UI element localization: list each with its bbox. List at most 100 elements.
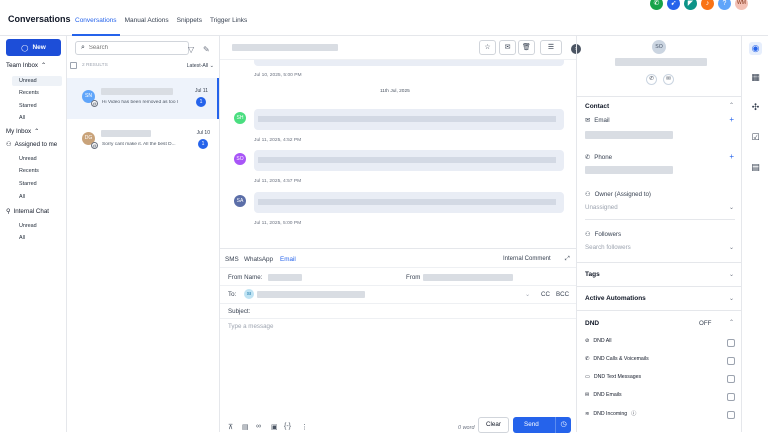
dnd-emails-checkbox[interactable] [727, 393, 735, 401]
phone-icon: ✆ [585, 154, 591, 161]
new-button[interactable]: ◯ New [6, 39, 61, 56]
team-starred[interactable]: Starred [19, 103, 37, 109]
top-bar: Conversations Conversations Manual Actio… [0, 0, 768, 36]
search-box[interactable]: ⌕ [75, 41, 189, 55]
calendar-icon[interactable]: ▦ [749, 71, 762, 84]
internal-unread[interactable]: Unread [19, 223, 37, 229]
tab-sms[interactable]: SMS [225, 256, 239, 263]
tags-section-title[interactable]: Tags [585, 271, 600, 278]
team-unread[interactable]: Unread [12, 76, 62, 86]
recipient-chip[interactable]: x [257, 291, 365, 298]
avatar: SO [234, 153, 246, 165]
chevron-up-icon[interactable]: ⌃ [729, 319, 734, 326]
from-name-field[interactable]: x [268, 274, 302, 281]
chat-plus-icon: ◯ [21, 44, 29, 52]
mail-icon[interactable]: ✉ [663, 74, 674, 85]
tab-conversations[interactable]: Conversations [72, 10, 120, 36]
bcc-button[interactable]: BCC [556, 291, 569, 298]
tab-email[interactable]: Email [280, 256, 296, 263]
channel-icon: @ [91, 100, 98, 107]
link-icon[interactable]: ∞ [256, 423, 261, 430]
workflow-icon[interactable]: ✣ [749, 101, 762, 114]
cc-button[interactable]: CC [541, 291, 550, 298]
expand-icon[interactable]: ⤢ [565, 256, 570, 263]
team-all[interactable]: All [19, 115, 25, 121]
team-inbox-toggle[interactable]: Team Inbox ⌃ [6, 62, 46, 69]
dnd-all-checkbox[interactable] [727, 339, 735, 347]
from-field[interactable]: x [423, 274, 513, 281]
chevron-down-icon[interactable]: ⌄ [729, 244, 734, 251]
more-vertical-icon[interactable]: ⋮ [301, 423, 308, 431]
chevron-up-icon[interactable]: ⌃ [729, 102, 734, 109]
assigned-recents[interactable]: Recents [19, 168, 39, 174]
contact-icon[interactable]: ◉ [749, 42, 762, 55]
sort-dropdown[interactable]: Latest-All ⌄ [187, 63, 214, 69]
tab-whatsapp[interactable]: WhatsApp [244, 256, 273, 263]
assigned-to-me[interactable]: ⚇ Assigned to me [6, 141, 57, 148]
filter-lines-icon[interactable]: ☰ [540, 40, 562, 55]
code-braces-icon[interactable]: {-} [284, 423, 291, 430]
text-format-icon[interactable]: ⊼ [228, 423, 233, 431]
star-icon[interactable]: ☆ [479, 40, 496, 55]
rocket-icon[interactable]: ➹ [667, 0, 680, 10]
tab-snippets[interactable]: Snippets [174, 10, 205, 36]
user-avatar[interactable]: WM [735, 0, 748, 10]
call-icon[interactable]: ✆ [646, 74, 657, 85]
bell-icon[interactable]: ♪ [701, 0, 714, 10]
to-label: To: [228, 291, 237, 298]
email-label: ✉ Email [585, 117, 610, 124]
conversation-date: Jul 11 [195, 88, 208, 94]
info-icon[interactable]: ⓘ [631, 410, 636, 417]
unread-badge: 1 [196, 97, 206, 107]
team-recents[interactable]: Recents [19, 90, 39, 96]
internal-comment-toggle[interactable]: Internal Comment [503, 256, 551, 262]
assigned-unread[interactable]: Unread [19, 156, 37, 162]
message-bubble [254, 192, 564, 213]
trash-icon[interactable]: 🗑 [518, 40, 535, 55]
subject-label: Subject: [228, 308, 251, 315]
notes-icon[interactable]: ▤ [749, 161, 762, 174]
message-textarea[interactable]: Type a message [228, 323, 273, 330]
owner-select[interactable]: Unassigned [585, 204, 618, 211]
internal-chat[interactable]: ⚲ Internal Chat [6, 208, 49, 215]
tab-manual-actions[interactable]: Manual Actions [122, 10, 172, 36]
contact-name: x [615, 58, 707, 66]
tab-trigger-links[interactable]: Trigger Links [207, 10, 250, 36]
dnd-incoming-checkbox[interactable] [727, 411, 735, 419]
clear-button[interactable]: Clear [478, 417, 509, 433]
chevron-down-icon[interactable]: ⌄ [729, 271, 734, 278]
conversation-item[interactable]: SN @ name Hi Video has been removed as t… [67, 78, 219, 119]
compose-icon[interactable]: ✎ [203, 45, 210, 54]
select-all-checkbox[interactable] [70, 62, 77, 69]
message-bubble [254, 109, 564, 130]
chevron-down-icon[interactable]: ⌄ [729, 204, 734, 211]
add-email-icon[interactable]: + [729, 115, 734, 124]
to-dropdown-icon[interactable]: ⌄ [525, 291, 530, 298]
megaphone-icon[interactable]: ◤ [684, 0, 697, 10]
dnd-text-checkbox[interactable] [727, 375, 735, 383]
assigned-all[interactable]: All [19, 194, 25, 200]
phone-icon[interactable]: ✆ [650, 0, 663, 10]
dnd-calls-row: ✆ DND Calls & Voicemails [585, 356, 649, 362]
task-check-icon[interactable]: ☑ [749, 131, 762, 144]
image-icon[interactable]: ▣ [271, 423, 278, 431]
mail-open-icon[interactable]: ✉ [499, 40, 516, 55]
automations-section-title[interactable]: Active Automations [585, 295, 646, 302]
followers-search[interactable]: Search followers [585, 244, 631, 251]
my-inbox-toggle[interactable]: My Inbox ⌃ [6, 128, 39, 135]
add-phone-icon[interactable]: + [729, 152, 734, 161]
assigned-starred[interactable]: Starred [19, 181, 37, 187]
results-count: 2 RESULTS [82, 63, 108, 68]
chevron-down-icon[interactable]: ⌄ [729, 295, 734, 302]
send-button[interactable]: Send ◷ [513, 417, 571, 433]
conversation-item[interactable]: DG @ name Sorry cant make it. All the be… [67, 120, 219, 161]
filter-icon[interactable]: ▽ [188, 45, 194, 54]
schedule-clock-icon[interactable]: ◷ [555, 417, 571, 433]
search-input[interactable] [88, 45, 179, 51]
contact-panel: SO x ✆ ✉ Contact ⌃ ✉Email + x ✆Phone + x… [576, 36, 741, 432]
dnd-section-title: DND [585, 320, 600, 327]
dnd-calls-checkbox[interactable] [727, 357, 735, 365]
internal-all[interactable]: All [19, 235, 25, 241]
help-icon[interactable]: ? [718, 0, 731, 10]
document-icon[interactable]: ▤ [242, 423, 249, 431]
